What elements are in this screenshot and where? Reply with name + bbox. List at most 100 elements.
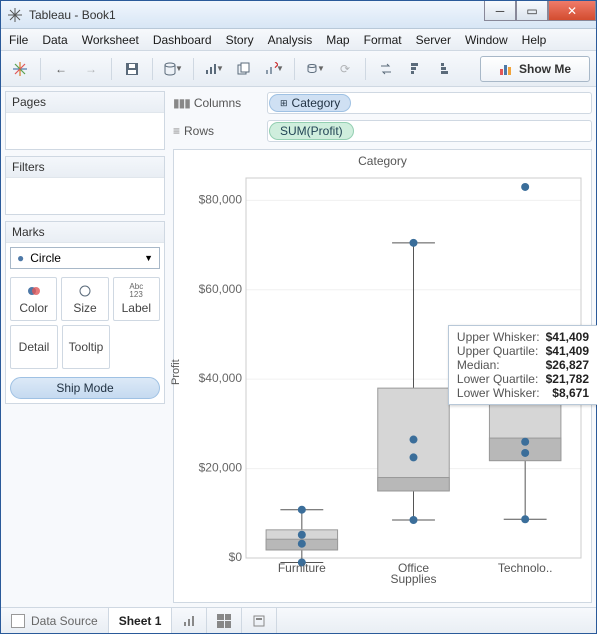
app-icon bbox=[7, 7, 23, 23]
tt-uw-label: Upper Whisker: bbox=[457, 330, 540, 344]
color-card[interactable]: Color bbox=[10, 277, 57, 321]
label-icon: Abc123 bbox=[129, 283, 143, 299]
size-label: Size bbox=[73, 301, 96, 315]
sheet1-tab[interactable]: Sheet 1 bbox=[109, 608, 173, 633]
sum-profit-label: SUM(Profit) bbox=[280, 124, 343, 138]
tooltip-popup: Upper Whisker: $41,409 Upper Quartile: $41… bbox=[448, 325, 597, 405]
tooltip-label: Tooltip bbox=[69, 340, 104, 354]
duplicate-button[interactable] bbox=[231, 56, 257, 82]
new-dashboard-tab[interactable] bbox=[207, 608, 242, 633]
color-label: Color bbox=[19, 301, 48, 315]
save-button[interactable] bbox=[119, 56, 145, 82]
menu-data[interactable]: Data bbox=[42, 33, 67, 47]
data-source-label: Data Source bbox=[31, 614, 98, 628]
maximize-button[interactable]: ▭ bbox=[516, 1, 548, 21]
data-source-tab[interactable]: Data Source bbox=[1, 608, 109, 633]
filters-panel: Filters bbox=[5, 156, 165, 215]
plus-icon: ⊞ bbox=[280, 98, 288, 109]
back-button[interactable]: ← bbox=[48, 56, 74, 82]
tableau-logo-icon[interactable] bbox=[7, 56, 33, 82]
tt-lq-value: $21,782 bbox=[546, 372, 589, 386]
circle-icon: ● bbox=[17, 251, 24, 265]
menu-file[interactable]: File bbox=[9, 33, 28, 47]
svg-text:Furniture: Furniture bbox=[278, 561, 326, 575]
menu-worksheet[interactable]: Worksheet bbox=[82, 33, 139, 47]
menu-dashboard[interactable]: Dashboard bbox=[153, 33, 212, 47]
columns-label: Columns bbox=[194, 96, 241, 110]
sort-desc-button[interactable] bbox=[433, 56, 459, 82]
tt-md-value: $26,827 bbox=[546, 358, 589, 372]
tt-lq-label: Lower Quartile: bbox=[457, 372, 540, 386]
svg-text:$40,000: $40,000 bbox=[199, 371, 243, 385]
worksheet-icon bbox=[182, 614, 196, 628]
show-me-icon bbox=[499, 63, 513, 75]
new-story-tab[interactable] bbox=[242, 608, 277, 633]
svg-text:Supplies: Supplies bbox=[390, 572, 436, 586]
new-worksheet-button[interactable]: ▼ bbox=[201, 56, 227, 82]
marks-type-value: Circle bbox=[30, 251, 61, 265]
marks-header: Marks bbox=[6, 222, 164, 243]
pages-shelf[interactable] bbox=[6, 113, 164, 149]
size-card[interactable]: Size bbox=[61, 277, 108, 321]
new-worksheet-tab[interactable] bbox=[172, 608, 207, 633]
tt-uq-value: $41,409 bbox=[546, 344, 589, 358]
label-card[interactable]: Abc123 Label bbox=[113, 277, 160, 321]
statusbar: Data Source Sheet 1 bbox=[1, 607, 596, 633]
sort-asc-button[interactable] bbox=[403, 56, 429, 82]
rows-icon: ≡ bbox=[173, 124, 180, 138]
titlebar: Tableau - Book1 ─ ▭ ✕ bbox=[1, 1, 596, 29]
ship-mode-label: Ship Mode bbox=[56, 381, 113, 395]
minimize-button[interactable]: ─ bbox=[484, 1, 516, 21]
menu-server[interactable]: Server bbox=[416, 33, 451, 47]
menu-format[interactable]: Format bbox=[364, 33, 402, 47]
marks-panel: Marks ● Circle ▼ Color Size Abc123Label … bbox=[5, 221, 165, 404]
color-icon bbox=[27, 283, 41, 299]
menu-analysis[interactable]: Analysis bbox=[268, 33, 313, 47]
swap-button[interactable] bbox=[373, 56, 399, 82]
sum-profit-pill[interactable]: SUM(Profit) bbox=[269, 122, 354, 140]
data-source-icon bbox=[11, 614, 25, 628]
columns-icon: ▮▮▮ bbox=[173, 96, 190, 110]
menu-map[interactable]: Map bbox=[326, 33, 349, 47]
columns-shelf[interactable]: ▮▮▮ Columns ⊞ Category bbox=[173, 91, 592, 115]
label-label: Label bbox=[122, 301, 151, 315]
detail-card[interactable]: Detail bbox=[10, 325, 58, 369]
filters-shelf[interactable] bbox=[6, 178, 164, 214]
menubar: File Data Worksheet Dashboard Story Anal… bbox=[1, 29, 596, 51]
pages-panel: Pages bbox=[5, 91, 165, 150]
y-axis-label: Profit bbox=[170, 359, 182, 385]
menu-help[interactable]: Help bbox=[522, 33, 547, 47]
chevron-down-icon: ▼ bbox=[144, 253, 153, 263]
close-button[interactable]: ✕ bbox=[548, 1, 596, 21]
tt-uw-value: $41,409 bbox=[546, 330, 589, 344]
size-icon bbox=[78, 283, 92, 299]
story-icon bbox=[252, 614, 266, 628]
window-title: Tableau - Book1 bbox=[29, 8, 484, 22]
svg-text:Technolo..: Technolo.. bbox=[498, 561, 553, 575]
marks-type-select[interactable]: ● Circle ▼ bbox=[10, 247, 160, 269]
category-pill-label: Category bbox=[292, 96, 341, 110]
clear-button[interactable]: ✕▼ bbox=[261, 56, 287, 82]
pages-header: Pages bbox=[6, 92, 164, 113]
tooltip-card[interactable]: Tooltip bbox=[62, 325, 110, 369]
filters-header: Filters bbox=[6, 157, 164, 178]
tt-lw-label: Lower Whisker: bbox=[457, 386, 540, 400]
menu-story[interactable]: Story bbox=[226, 33, 254, 47]
rows-shelf[interactable]: ≡ Rows SUM(Profit) bbox=[173, 119, 592, 143]
tt-uq-label: Upper Quartile: bbox=[457, 344, 540, 358]
show-me-label: Show Me bbox=[519, 62, 571, 76]
svg-text:$20,000: $20,000 bbox=[199, 461, 243, 475]
auto-update-button[interactable]: ▼ bbox=[302, 56, 328, 82]
data-source-button[interactable]: ▼ bbox=[160, 56, 186, 82]
forward-button[interactable]: → bbox=[78, 56, 104, 82]
sheet1-label: Sheet 1 bbox=[119, 614, 162, 628]
ship-mode-pill[interactable]: Ship Mode bbox=[10, 377, 160, 399]
detail-label: Detail bbox=[19, 340, 50, 354]
svg-text:$60,000: $60,000 bbox=[199, 282, 243, 296]
rows-label: Rows bbox=[184, 124, 214, 138]
refresh-button[interactable]: ⟳ bbox=[332, 56, 358, 82]
menu-window[interactable]: Window bbox=[465, 33, 508, 47]
show-me-button[interactable]: Show Me bbox=[480, 56, 590, 82]
category-pill[interactable]: ⊞ Category bbox=[269, 94, 351, 112]
tt-md-label: Median: bbox=[457, 358, 540, 372]
